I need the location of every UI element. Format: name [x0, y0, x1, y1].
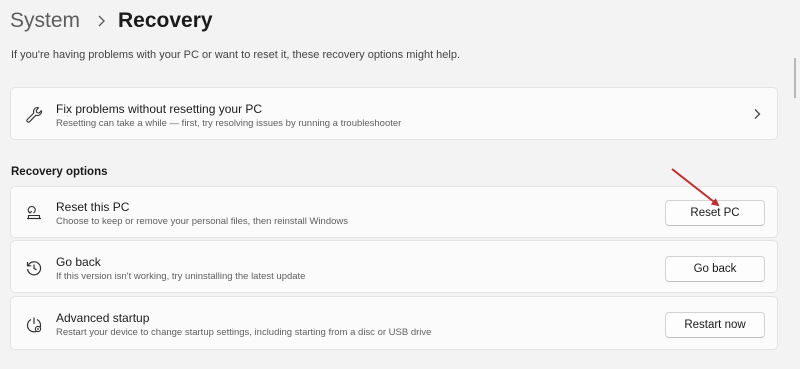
- reset-pc-card: Reset this PC Choose to keep or remove y…: [10, 186, 778, 238]
- advanced-startup-icon: [26, 317, 42, 333]
- restart-now-button[interactable]: Restart now: [665, 312, 765, 338]
- go-back-card: Go back If this version isn't working, t…: [10, 240, 778, 293]
- recovery-options-heading: Recovery options: [11, 166, 108, 178]
- reset-pc-title: Reset this PC: [56, 200, 130, 214]
- reset-pc-icon: [27, 205, 41, 220]
- annotation-arrow-icon: [671, 168, 720, 207]
- chevron-right-icon: [98, 15, 106, 27]
- chevron-right-icon: [754, 109, 761, 119]
- go-back-button[interactable]: Go back: [665, 256, 765, 282]
- reset-pc-description: Choose to keep or remove your personal f…: [56, 216, 349, 227]
- history-icon: [26, 261, 42, 276]
- page-title: Recovery: [118, 9, 213, 32]
- advanced-startup-title: Advanced startup: [56, 311, 150, 325]
- scrollbar-thumb[interactable]: [794, 58, 796, 98]
- advanced-startup-card: Advanced startup Restart your device to …: [10, 296, 778, 350]
- fix-problems-card[interactable]: Fix problems without resetting your PC R…: [10, 87, 778, 140]
- breadcrumb: System Recovery: [10, 6, 213, 36]
- wrench-icon: [26, 106, 43, 123]
- page-description: If you're having problems with your PC o…: [11, 49, 461, 61]
- advanced-startup-description: Restart your device to change startup se…: [56, 327, 432, 338]
- fix-problems-description: Resetting can take a while — first, try …: [56, 118, 402, 129]
- go-back-description: If this version isn't working, try unins…: [56, 271, 306, 282]
- go-back-title: Go back: [56, 255, 101, 269]
- fix-problems-title: Fix problems without resetting your PC: [56, 102, 263, 116]
- breadcrumb-system-link[interactable]: System: [10, 9, 80, 33]
